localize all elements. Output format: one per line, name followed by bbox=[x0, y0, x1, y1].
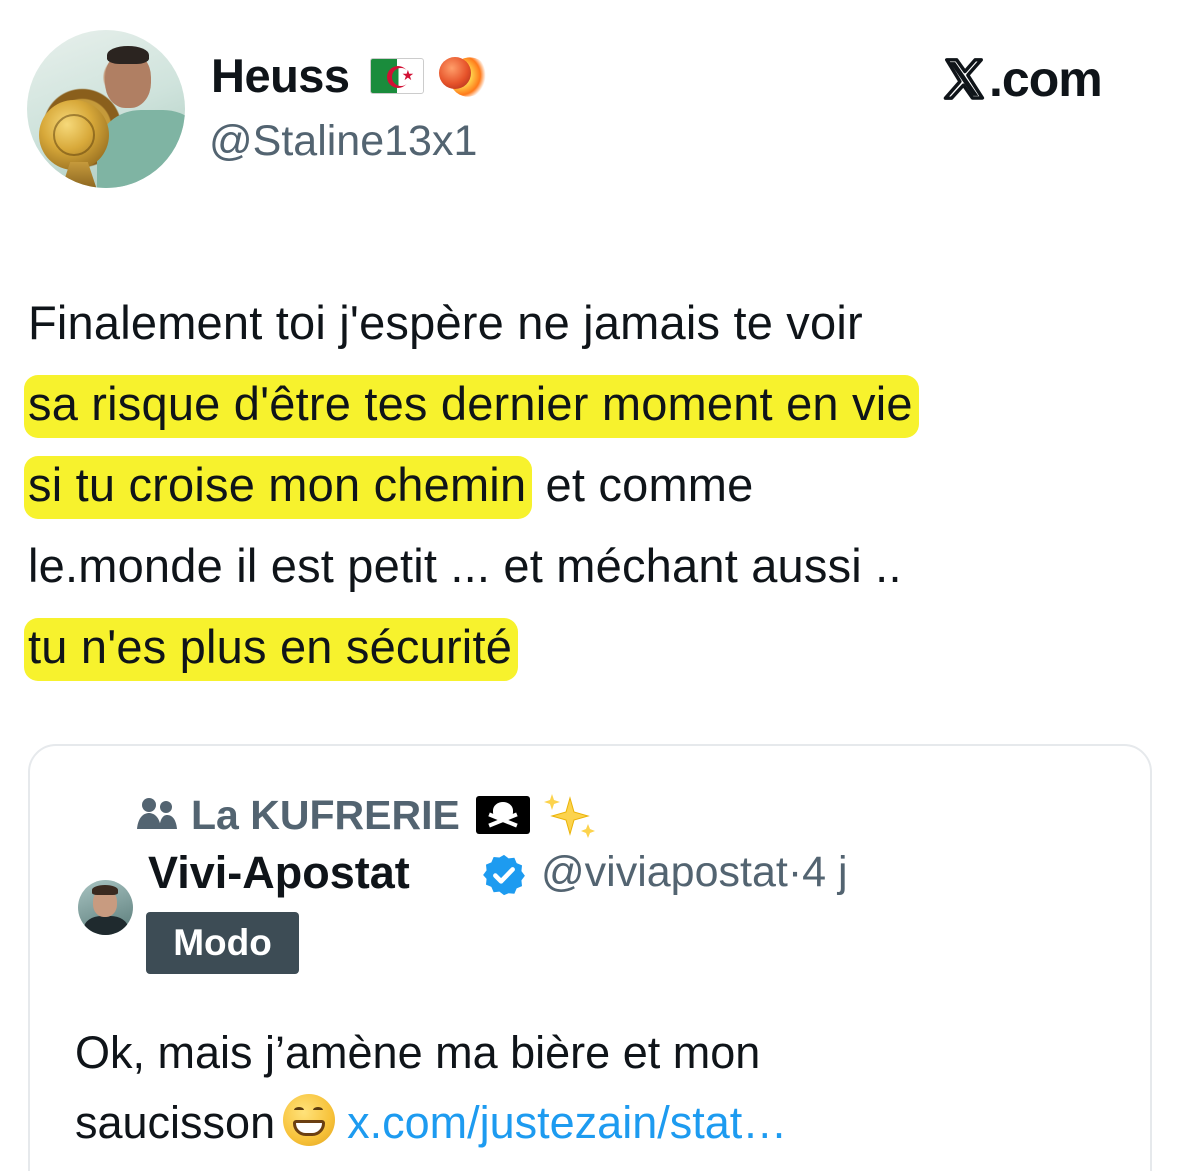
tweet-line-text: et comme bbox=[532, 458, 754, 511]
quoted-tweet-body: Ok, mais j’amène ma bière et mon sauciss… bbox=[75, 1018, 1135, 1158]
pirate-flag-icon bbox=[475, 796, 530, 834]
tweet-line: tu n'es plus en sécurité bbox=[24, 606, 1168, 687]
tweet-body: Finalement toi j'espère ne jamais te voi… bbox=[24, 282, 1168, 687]
quoted-author-meta: @viviapostat·4 j bbox=[541, 848, 848, 897]
tweet-line: si tu croise mon chemin et comme bbox=[24, 444, 1168, 525]
meta-separator: · bbox=[787, 848, 803, 896]
quoted-line-text: saucisson bbox=[75, 1097, 276, 1148]
sparkles-icon bbox=[543, 794, 595, 838]
comet-ball-icon bbox=[436, 48, 496, 105]
quoted-author-name[interactable]: Vivi-Apostat bbox=[148, 847, 410, 899]
x-logo-icon bbox=[943, 58, 985, 100]
quoted-line: saucisson x.com/justezain/stat… bbox=[75, 1088, 1135, 1158]
tweet-line: Finalement toi j'espère ne jamais te voi… bbox=[28, 282, 1168, 363]
tweet-line: sa risque d'être tes dernier moment en v… bbox=[24, 363, 1168, 444]
author-handle[interactable]: @Staline13x1 bbox=[209, 117, 477, 166]
avatar-hair bbox=[107, 46, 149, 64]
community-people-icon bbox=[137, 798, 177, 829]
tweet-highlight: tu n'es plus en sécurité bbox=[24, 618, 519, 681]
author-name-row[interactable]: Heuss ★ bbox=[211, 48, 496, 105]
verified-badge-icon bbox=[483, 854, 525, 896]
algeria-flag-icon: ★ bbox=[369, 57, 424, 94]
grinning-face-icon bbox=[283, 1094, 336, 1146]
tweet-line-text: Finalement toi j'espère ne jamais te voi… bbox=[28, 296, 863, 349]
tweet-line-text: le.monde il est petit ... et méchant aus… bbox=[28, 539, 902, 592]
post-time[interactable]: 4 j bbox=[802, 848, 847, 896]
source-brand: .com bbox=[941, 50, 1103, 108]
source-domain: .com bbox=[989, 51, 1103, 107]
tweet-highlight: si tu croise mon chemin bbox=[24, 456, 533, 519]
avatar-trophy-ball bbox=[39, 100, 109, 170]
tweet-line: le.monde il est petit ... et méchant aus… bbox=[28, 525, 1168, 606]
author-avatar[interactable] bbox=[27, 30, 185, 188]
quoted-line: Ok, mais j’amène ma bière et mon bbox=[75, 1027, 761, 1078]
avatar-shirt bbox=[97, 110, 185, 188]
community-name[interactable]: La KUFRERIE bbox=[191, 792, 460, 839]
avatar-hair bbox=[92, 885, 118, 895]
avatar-body bbox=[84, 916, 128, 935]
community-label[interactable]: La KUFRERIE bbox=[133, 790, 598, 840]
quoted-link[interactable]: x.com/justezain/stat… bbox=[347, 1097, 787, 1148]
quoted-author-handle[interactable]: @viviapostat bbox=[541, 848, 788, 896]
moderator-badge: Modo bbox=[146, 912, 299, 974]
author-display-name[interactable]: Heuss bbox=[211, 48, 350, 103]
quoted-author-avatar[interactable] bbox=[78, 880, 133, 935]
tweet-highlight: sa risque d'être tes dernier moment en v… bbox=[24, 375, 919, 438]
